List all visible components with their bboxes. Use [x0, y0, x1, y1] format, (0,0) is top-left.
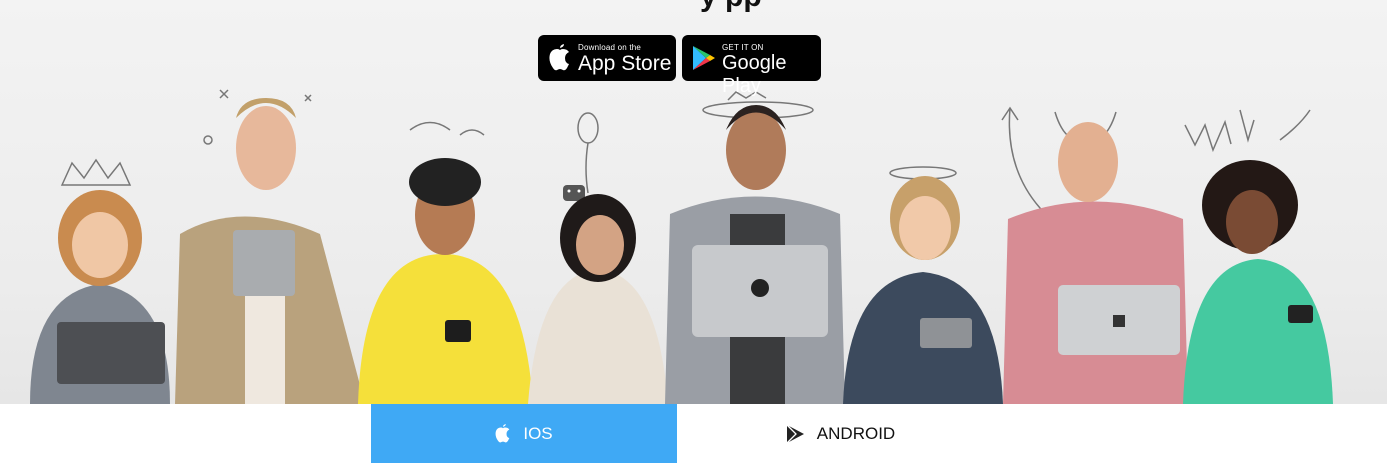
hero-banner: y pp — [0, 0, 1387, 404]
app-store-large-text: App Store — [578, 52, 672, 75]
play-icon — [785, 424, 805, 444]
google-play-icon — [693, 46, 715, 70]
app-store-small-text: Download on the — [578, 43, 642, 52]
tab-ios[interactable]: IOS — [371, 404, 677, 463]
page: y pp — [0, 0, 1387, 463]
google-play-large-text: Google Play — [722, 52, 787, 97]
tab-android[interactable]: ANDROID — [677, 404, 1003, 463]
google-play-badge[interactable]: GET IT ON Google Play — [682, 35, 821, 97]
platform-tabs: IOS ANDROID — [0, 404, 1387, 463]
apple-icon — [549, 44, 569, 71]
app-store-badge[interactable]: Download on the App Store — [538, 35, 676, 81]
apple-icon — [495, 424, 511, 443]
google-play-small-text: GET IT ON — [722, 43, 764, 52]
tab-ios-label: IOS — [523, 423, 553, 443]
tab-android-label: ANDROID — [816, 423, 896, 443]
